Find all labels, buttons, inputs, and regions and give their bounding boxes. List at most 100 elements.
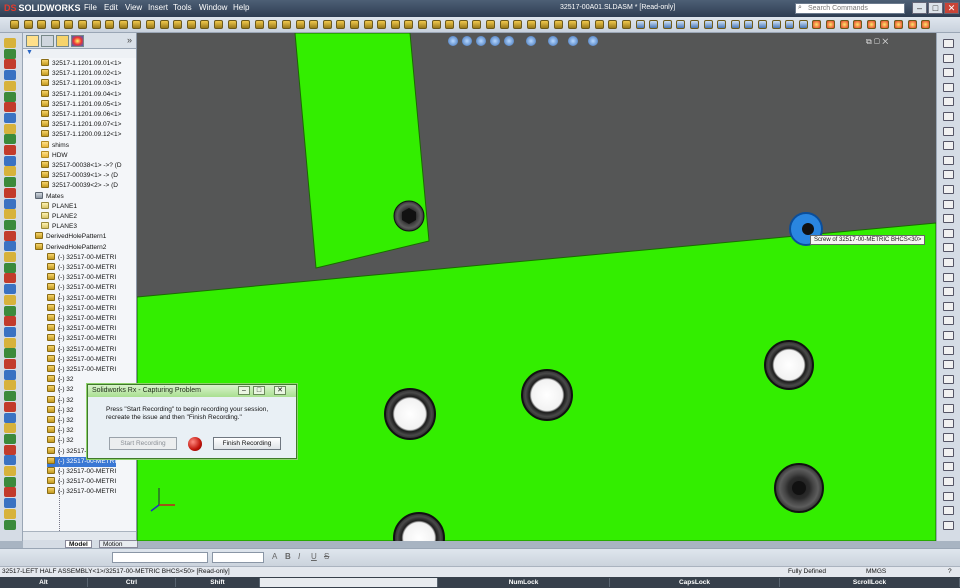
tree-item[interactable]: 32517-1.1201.09.03<1> — [41, 79, 121, 89]
toolbar-tool-icon[interactable] — [649, 20, 659, 29]
sketch-tool-icon[interactable] — [4, 48, 16, 59]
tree-filter[interactable]: ▼ — [23, 49, 136, 58]
toolbar-tool-icon[interactable] — [472, 20, 482, 29]
sketch-tool-icon[interactable] — [4, 391, 16, 402]
tab-motion-study[interactable]: Motion Study 1 — [99, 540, 138, 556]
search-commands-input[interactable]: Search Commands — [795, 3, 905, 14]
sketch-tool-icon[interactable] — [4, 423, 16, 434]
sketch-tool-icon[interactable] — [4, 466, 16, 476]
toolbar-tool-icon[interactable] — [730, 20, 740, 29]
close-button[interactable]: ✕ — [944, 2, 959, 14]
tree-item[interactable]: 32517-1.1201.09.01<1> — [41, 59, 121, 69]
tree-item[interactable]: (-) 32 — [47, 395, 74, 406]
sketch-tool-icon[interactable] — [4, 59, 16, 70]
toolbar-tool-icon[interactable] — [404, 20, 414, 29]
toolbar-tool-icon[interactable] — [336, 20, 346, 29]
tree-item[interactable]: (-) 32 — [47, 385, 74, 395]
sketch-tool-icon[interactable] — [4, 155, 16, 166]
task-pane-icon[interactable] — [943, 389, 954, 399]
sketch-tool-icon[interactable] — [4, 102, 16, 113]
toolbar-tool-icon[interactable] — [635, 20, 645, 29]
sketch-tool-icon[interactable] — [4, 187, 16, 198]
toolbar-tool-icon[interactable] — [214, 20, 223, 29]
task-pane-icon[interactable] — [943, 374, 954, 384]
feature-manager-tree[interactable]: » ▼ 32517-1.1201.09.01<1> 32517-1.1201.09… — [23, 33, 137, 541]
sketch-tool-icon[interactable] — [4, 412, 16, 423]
sketch-tool-icon[interactable] — [4, 380, 16, 391]
sketch-tool-icon[interactable] — [4, 145, 16, 155]
toolbar-tool-icon[interactable] — [853, 20, 863, 29]
zoom-area-icon[interactable] — [462, 36, 472, 46]
sketch-tool-icon[interactable] — [4, 230, 16, 241]
toolbar-tool-icon[interactable] — [567, 20, 577, 29]
menu-help[interactable]: Help — [233, 3, 249, 12]
tree-item[interactable]: (-) 32517-00-METRI — [47, 467, 116, 477]
task-pane-icon[interactable] — [943, 228, 954, 238]
tab-model[interactable]: Model — [65, 540, 92, 548]
sketch-tool-icon[interactable] — [4, 252, 16, 262]
task-pane-icon[interactable] — [943, 97, 954, 107]
tree-item[interactable]: (-) 32517-00-METRI — [47, 477, 116, 487]
task-pane-icon[interactable] — [943, 185, 954, 194]
sketch-tool-icon[interactable] — [4, 476, 16, 487]
task-pane-icon[interactable] — [943, 345, 954, 355]
menu-edit[interactable]: Edit — [104, 3, 118, 12]
tree-item[interactable]: (-) 32517-00-METRI — [47, 303, 116, 314]
tree-item[interactable]: 32517-1.1201.09.07<1> — [41, 120, 121, 130]
maximize-button[interactable]: □ — [928, 2, 943, 14]
task-pane-icon[interactable] — [943, 287, 954, 297]
toolbar-tool-icon[interactable] — [540, 20, 550, 29]
tree-item[interactable]: 32517-1.1201.09.05<1> — [41, 99, 121, 110]
solidworks-logo[interactable]: DS SOLIDWORKS — [4, 2, 81, 15]
bold-button[interactable]: B — [285, 552, 291, 561]
tree-item[interactable]: PLANE2 — [41, 212, 77, 222]
sketch-tool-icon[interactable] — [4, 284, 16, 295]
dialog-close-button[interactable]: ✕ — [274, 386, 286, 395]
strikethrough-button[interactable]: S — [324, 552, 329, 561]
sketch-tool-icon[interactable] — [4, 348, 16, 359]
tree-item[interactable]: (-) 32517-00-METRI — [47, 314, 116, 324]
dialog-minimize-button[interactable]: – — [238, 386, 250, 395]
units-selector[interactable]: MMGS — [866, 567, 886, 577]
toolbar-tool-icon[interactable] — [676, 20, 686, 29]
font-size-select[interactable] — [212, 552, 264, 563]
toolbar-tool-icon[interactable] — [594, 20, 604, 29]
menu-file[interactable]: File — [84, 3, 97, 12]
sketch-tool-icon[interactable] — [4, 401, 16, 412]
viewport-window-controls[interactable]: ⧉ ▢ ✕ — [866, 37, 888, 47]
tree-item[interactable]: PLANE3 — [41, 222, 77, 232]
tree-item[interactable]: (-) 32 — [47, 436, 74, 446]
feature-manager-tab[interactable] — [26, 35, 39, 47]
tree-item[interactable]: (-) 32517-00-METRI — [47, 293, 116, 304]
hide-show-items-icon[interactable] — [548, 36, 558, 46]
sketch-tool-icon[interactable] — [4, 262, 16, 273]
sketch-tool-icon[interactable] — [4, 91, 16, 102]
font-select[interactable] — [112, 552, 208, 563]
tree-item[interactable]: (-) 32 — [47, 426, 74, 436]
task-pane-icon[interactable] — [943, 199, 954, 209]
toolbar-tool-icon[interactable] — [50, 20, 60, 29]
sketch-tool-icon[interactable] — [4, 337, 16, 348]
sketch-tool-icon[interactable] — [4, 198, 16, 209]
task-pane-icon[interactable] — [943, 82, 954, 92]
help-icon[interactable]: ? — [948, 567, 952, 577]
toolbar-tool-icon[interactable] — [662, 20, 672, 29]
toolbar-tool-icon[interactable] — [445, 20, 455, 29]
tree-item[interactable]: 32517-00039<2> -> (D — [41, 181, 118, 191]
sketch-tool-icon[interactable] — [4, 519, 16, 530]
sketch-tool-icon[interactable] — [4, 134, 16, 145]
sketch-tool-icon[interactable] — [4, 487, 16, 498]
sketch-tool-icon[interactable] — [4, 241, 16, 252]
toolbar-tool-icon[interactable] — [907, 20, 917, 29]
task-pane-icon[interactable] — [943, 477, 954, 486]
tree-item[interactable]: (-) 32517-00-METRI — [47, 324, 116, 334]
sketch-tool-icon[interactable] — [4, 444, 16, 455]
task-pane-icon[interactable] — [943, 462, 954, 472]
sketch-tool-icon[interactable] — [4, 508, 16, 519]
view-orientation-icon[interactable] — [504, 36, 514, 46]
toolbar-tool-icon[interactable] — [10, 20, 19, 29]
expand-chevron-icon[interactable]: » — [127, 35, 132, 45]
menu-window[interactable]: Window — [199, 3, 227, 12]
toolbar-tool-icon[interactable] — [350, 20, 359, 29]
toolbar-tool-icon[interactable] — [159, 20, 169, 29]
